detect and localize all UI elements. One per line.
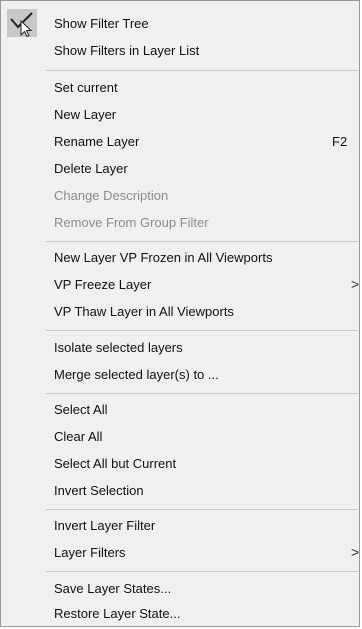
menu-item-select-all[interactable]: Select All <box>54 400 107 420</box>
menu-item-merge-selected-layers[interactable]: Merge selected layer(s) to ... <box>54 365 219 385</box>
menu-item-change-description: Change Description <box>54 188 169 203</box>
menu-item-select-all-but-current[interactable]: Select All but Current <box>54 454 176 474</box>
menu-separator <box>46 330 358 331</box>
menu-item-isolate-selected-layers[interactable]: Isolate selected layers <box>54 338 183 358</box>
menu-item-clear-all[interactable]: Clear All <box>54 427 102 447</box>
menu-item-rename-layer[interactable]: Rename Layer <box>54 132 139 152</box>
menu-item-vp-thaw-layer[interactable]: VP Thaw Layer in All Viewports <box>54 302 234 322</box>
menu-separator <box>46 241 358 242</box>
menu-item-remove-from-group-filter: Remove From Group Filter <box>54 215 209 230</box>
menu-item-delete-layer[interactable]: Delete Layer <box>54 159 128 179</box>
menu-item-invert-layer-filter[interactable]: Invert Layer Filter <box>54 516 155 536</box>
menu-item-save-layer-states[interactable]: Save Layer States... <box>54 579 171 599</box>
layer-context-menu: Show Filter Tree Show Filters in Layer L… <box>0 0 360 627</box>
menu-separator <box>46 509 358 510</box>
menu-item-vp-freeze-layer[interactable]: VP Freeze Layer <box>54 275 151 295</box>
submenu-arrow-icon: > <box>351 544 360 560</box>
menu-item-new-layer-vp-frozen[interactable]: New Layer VP Frozen in All Viewports <box>54 248 272 268</box>
menu-item-set-current[interactable]: Set current <box>54 78 118 98</box>
menu-item-restore-layer-state[interactable]: Restore Layer State... <box>54 604 180 624</box>
menu-item-new-layer[interactable]: New Layer <box>54 105 116 125</box>
checkmark-icon <box>10 12 33 37</box>
submenu-arrow-icon: > <box>351 276 360 292</box>
checked-indicator <box>7 9 37 37</box>
rename-layer-shortcut: F2 <box>332 134 348 149</box>
menu-item-invert-selection[interactable]: Invert Selection <box>54 481 144 501</box>
menu-item-layer-filters[interactable]: Layer Filters <box>54 543 126 563</box>
menu-item-show-filters-in-layer-list[interactable]: Show Filters in Layer List <box>54 41 199 61</box>
menu-separator <box>46 70 358 71</box>
menu-item-show-filter-tree[interactable]: Show Filter Tree <box>54 14 149 34</box>
menu-separator <box>46 571 358 572</box>
menu-separator <box>46 393 358 394</box>
